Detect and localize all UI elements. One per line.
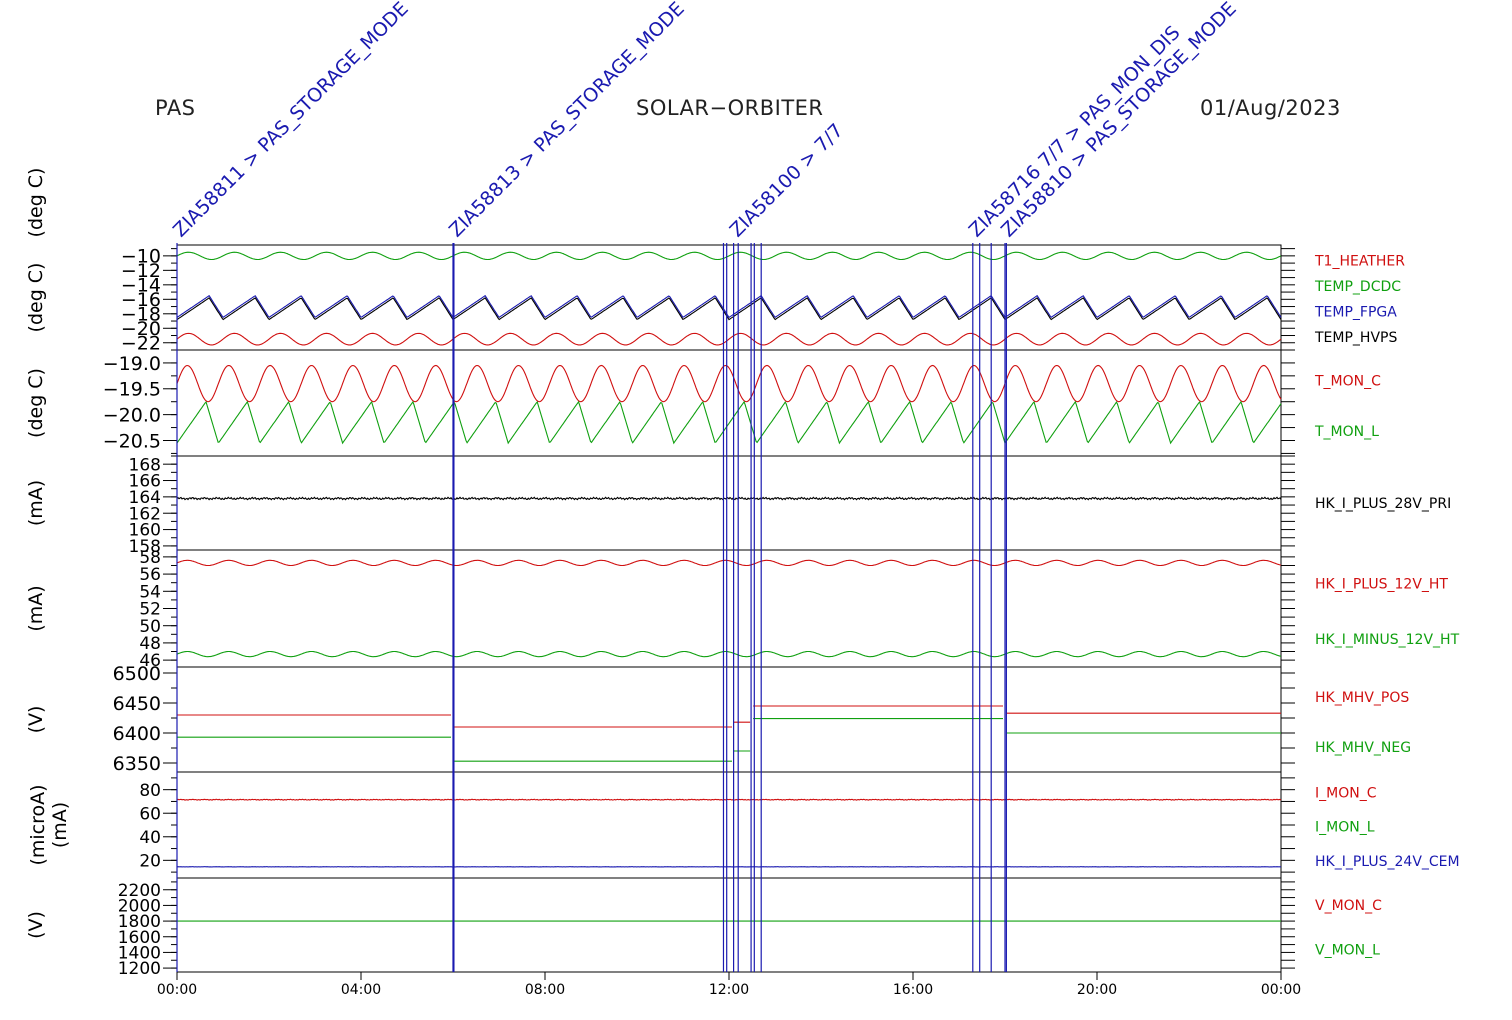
y-tick-label: 2200 bbox=[118, 881, 161, 901]
y-tick-label: 168 bbox=[129, 455, 161, 475]
legend-label: TEMP_DCDC bbox=[1314, 279, 1401, 295]
y-tick-label: 56 bbox=[139, 565, 161, 585]
series-line-t1-heather bbox=[176, 332, 1282, 346]
y-tick-label: 58 bbox=[139, 548, 161, 568]
y-tick-label: 6500 bbox=[113, 663, 161, 685]
x-tick-label: 04:00 bbox=[341, 982, 381, 998]
series-line-hk-mhv-pos bbox=[177, 705, 1281, 728]
series-line-i-mon-c bbox=[176, 798, 1282, 801]
y-tick-label: −20.0 bbox=[103, 404, 161, 426]
y-tick-label: −22 bbox=[121, 333, 161, 355]
legend-label: HK_MHV_POS bbox=[1315, 690, 1409, 706]
legend-label: T_MON_C bbox=[1314, 373, 1381, 389]
y-tick-label: 20 bbox=[139, 851, 161, 871]
series-line-temp-hvps bbox=[176, 297, 1282, 321]
series-line-t-mon-c bbox=[176, 364, 1282, 403]
legend-label: HK_I_PLUS_12V_HT bbox=[1315, 576, 1448, 592]
y-axis-label-extra: (deg C) bbox=[25, 168, 47, 238]
x-tick-label: 00:00 bbox=[1261, 982, 1301, 998]
legend-label: V_MON_C bbox=[1315, 898, 1382, 914]
y-tick-label: 40 bbox=[139, 828, 161, 848]
y-tick-label: 80 bbox=[139, 781, 161, 801]
x-tick-label: 16:00 bbox=[893, 982, 933, 998]
event-label: ZIA58813 > PAS_STORAGE_MODE bbox=[445, 0, 689, 242]
y-tick-label: −19.0 bbox=[103, 353, 161, 375]
legend-label: HK_I_MINUS_12V_HT bbox=[1315, 632, 1460, 648]
legend-label: TEMP_HVPS bbox=[1314, 330, 1397, 346]
housekeeping-chart: −10−12−14−16−18−20−22(deg C)(deg C)T1_HE… bbox=[25, 0, 1460, 998]
y-axis-label: (V) bbox=[25, 706, 47, 734]
y-axis-label: (microA) bbox=[27, 784, 49, 865]
series-line-hk-mhv-neg bbox=[177, 718, 1281, 762]
event-label: ZIA58811 > PAS_STORAGE_MODE bbox=[169, 0, 413, 242]
y-tick-label: −19.5 bbox=[103, 379, 161, 401]
y-axis-label: (mA) bbox=[25, 585, 47, 631]
y-tick-label: 6450 bbox=[113, 693, 161, 715]
panel-frame-6 bbox=[176, 771, 1282, 879]
y-axis-label: (mA) bbox=[25, 480, 47, 526]
y-tick-label: 52 bbox=[139, 600, 161, 620]
x-tick-label: 08:00 bbox=[525, 982, 565, 998]
y-axis-label-secondary: (mA) bbox=[49, 802, 71, 848]
y-tick-label: −20.5 bbox=[103, 430, 161, 452]
x-tick-label: 20:00 bbox=[1077, 982, 1117, 998]
x-tick-label: 12:00 bbox=[709, 982, 749, 998]
legend-label: TEMP_FPGA bbox=[1314, 305, 1397, 321]
legend-label: HK_I_PLUS_24V_CEM bbox=[1315, 854, 1460, 870]
legend-label: T1_HEATHER bbox=[1314, 253, 1405, 269]
y-axis-label: (deg C) bbox=[25, 368, 47, 438]
legend-label: HK_MHV_NEG bbox=[1315, 740, 1411, 756]
legend-label: T_MON_L bbox=[1314, 424, 1379, 440]
event-label: ZIA58100 > 7/7 bbox=[726, 119, 848, 241]
panel-frame-5 bbox=[176, 666, 1282, 773]
panel-frame-1 bbox=[176, 244, 1282, 351]
y-tick-label: 6350 bbox=[113, 753, 161, 775]
series-line-hk-i-plus-28v-pri bbox=[176, 496, 1282, 501]
series-line-hk-i-minus-12v-ht bbox=[176, 650, 1282, 658]
event-label: ZIA58716 7/7 > PAS_MON_DIS bbox=[965, 22, 1185, 242]
y-tick-label: 60 bbox=[139, 804, 161, 824]
panel-frame-3 bbox=[176, 455, 1282, 551]
legend-label: I_MON_C bbox=[1315, 786, 1377, 802]
y-tick-label: 6400 bbox=[113, 723, 161, 745]
y-axis-label: (deg C) bbox=[25, 263, 47, 333]
panel-frame-7 bbox=[176, 877, 1282, 973]
y-tick-label: 48 bbox=[139, 634, 161, 654]
series-line-hk-i-plus-12v-ht bbox=[176, 559, 1282, 567]
legend-label: HK_I_PLUS_28V_PRI bbox=[1315, 496, 1451, 512]
series-line-t-mon-l bbox=[176, 400, 1282, 445]
legend-label: I_MON_L bbox=[1315, 820, 1375, 836]
legend-label: V_MON_L bbox=[1315, 943, 1380, 959]
y-tick-label: 54 bbox=[139, 582, 161, 602]
series-line-temp-dcdc bbox=[176, 251, 1282, 261]
y-tick-label: 50 bbox=[139, 617, 161, 637]
event-label: ZIA58810 > PAS_STORAGE_MODE bbox=[997, 0, 1241, 242]
x-tick-label: 00:00 bbox=[157, 982, 197, 998]
panel-frame-4 bbox=[176, 549, 1282, 668]
y-axis-label: (V) bbox=[25, 911, 47, 939]
